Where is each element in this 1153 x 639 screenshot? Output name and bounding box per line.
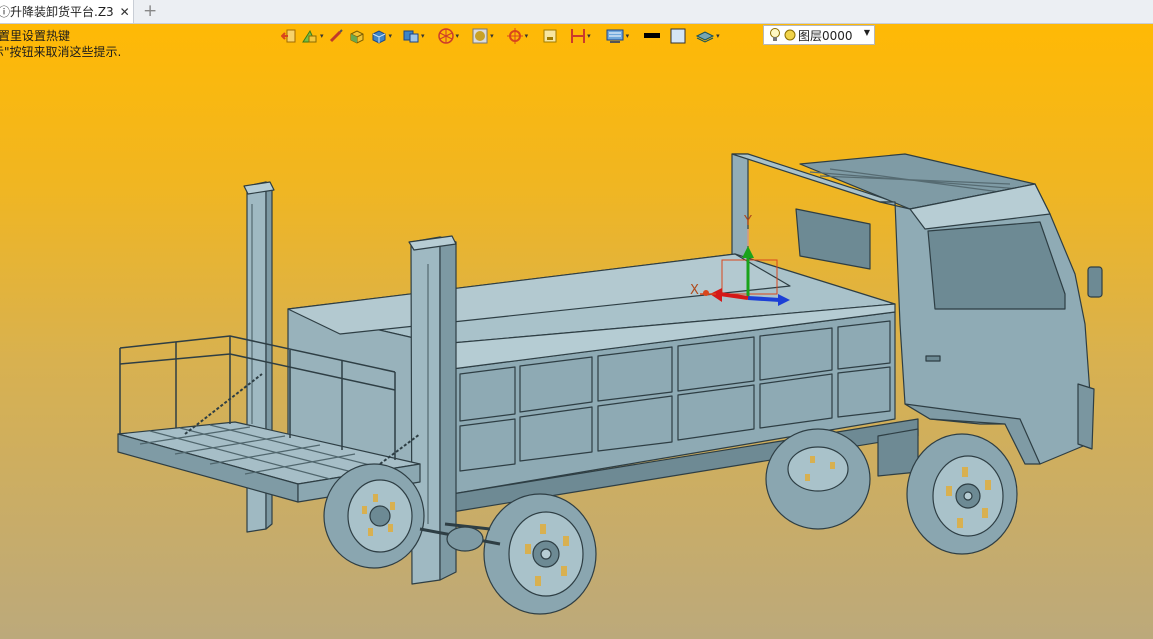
- close-icon[interactable]: ✕: [120, 5, 130, 19]
- truck-model[interactable]: X Y: [0, 24, 1153, 639]
- front-wheel-outer: [906, 433, 1018, 555]
- rear-wheel-inner: [323, 463, 425, 569]
- triad-x-label: X: [690, 283, 699, 298]
- document-tab-bar: ⓘ升降装卸货平台.Z3 ✕ +: [0, 0, 1153, 24]
- triad-y-label: Y: [743, 214, 752, 229]
- 3d-viewport[interactable]: 置里设置热键 示"按钮来取消这些提示. ▾ ▾ ▾ ▾ ▾ ▾ ▾ ▾ ▾ 图层…: [0, 24, 1153, 639]
- document-tab[interactable]: ⓘ升降装卸货平台.Z3 ✕: [0, 0, 134, 23]
- rear-wheel-outer: [483, 493, 597, 615]
- document-tab-title: ⓘ升降装卸货平台.Z3: [0, 5, 114, 19]
- front-wheel-inner: [765, 428, 871, 530]
- add-tab-icon[interactable]: +: [143, 1, 157, 21]
